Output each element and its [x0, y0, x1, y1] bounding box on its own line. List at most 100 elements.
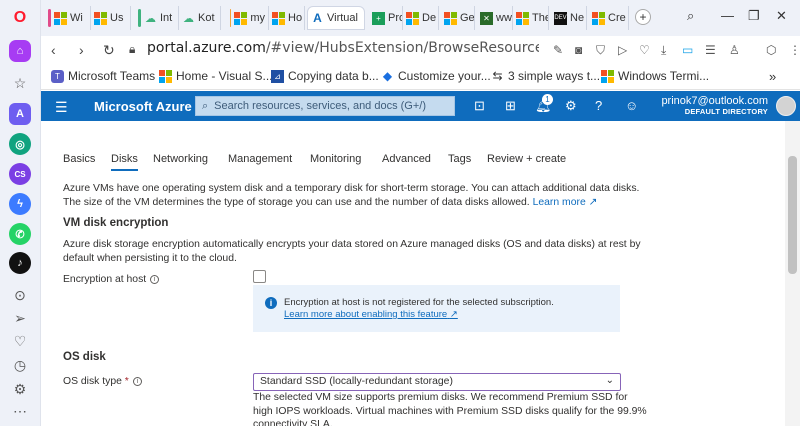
- hamburger-menu-icon[interactable]: ☰: [55, 99, 68, 116]
- sheets-icon: +: [372, 11, 385, 25]
- tiktok-icon[interactable]: ♪: [9, 252, 31, 274]
- tab-networking[interactable]: Networking: [153, 153, 208, 171]
- tab-group-marker: [48, 9, 51, 27]
- home-icon[interactable]: ⌂: [9, 40, 31, 62]
- enable-feature-link[interactable]: Learn more about enabling this feature ↗: [284, 309, 458, 320]
- profile-icon[interactable]: ♙: [729, 43, 740, 57]
- scrollbar-thumb[interactable]: [788, 156, 797, 274]
- download-icon[interactable]: ⤓: [661, 43, 666, 58]
- search-tabs-icon[interactable]: ⌕: [687, 8, 694, 24]
- shield-icon[interactable]: ⛉: [596, 43, 605, 58]
- external-link-icon: ↗: [588, 196, 598, 208]
- feedback-icon[interactable]: ☺: [625, 98, 638, 113]
- browser-tab[interactable]: Cre: [589, 6, 629, 30]
- tab-management[interactable]: Management: [228, 153, 292, 171]
- minimize-icon[interactable]: —: [721, 8, 734, 23]
- player-icon[interactable]: ⊙: [9, 284, 31, 306]
- microsoft-icon: [159, 69, 172, 83]
- maximize-icon[interactable]: ❐: [748, 8, 760, 24]
- encryption-at-host-label: Encryption at host i: [63, 274, 160, 285]
- reload-icon[interactable]: ↻: [103, 42, 115, 59]
- browser-tab[interactable]: Wi: [45, 6, 91, 30]
- user-email: prinok7@outlook.com: [661, 95, 768, 107]
- messenger-icon[interactable]: ϟ: [9, 193, 31, 215]
- directory-filter-icon[interactable]: ⊞: [505, 98, 516, 114]
- battery-icon[interactable]: ▭: [682, 43, 693, 57]
- browser-tab[interactable]: my: [227, 6, 269, 30]
- document-icon: ⊿: [271, 69, 284, 83]
- bookmark-item[interactable]: Home - Visual S...: [159, 69, 272, 83]
- browser-tab[interactable]: ☁ Kot: [179, 6, 221, 30]
- bookmark-label: Copying data b...: [288, 69, 379, 83]
- azure-brand[interactable]: Microsoft Azure: [94, 99, 192, 114]
- user-directory: DEFAULT DIRECTORY: [684, 107, 768, 116]
- history-icon[interactable]: ◷: [9, 354, 31, 376]
- browser-tab-active[interactable]: A Virtual: [307, 6, 365, 30]
- learn-more-link[interactable]: Learn more: [533, 197, 586, 208]
- encryption-at-host-checkbox[interactable]: [253, 270, 266, 283]
- extensions-icon[interactable]: ⬡: [766, 43, 776, 57]
- heart-icon[interactable]: ♡: [9, 330, 31, 352]
- global-search-input[interactable]: ⌕ Search resources, services, and docs (…: [195, 96, 455, 116]
- back-icon[interactable]: ‹: [51, 42, 56, 58]
- avatar[interactable]: [776, 96, 796, 116]
- edit-icon[interactable]: ✎: [553, 43, 563, 57]
- search-placeholder: Search resources, services, and docs (G+…: [214, 100, 427, 112]
- cloud-shell-icon[interactable]: ⊡: [474, 98, 485, 114]
- info-icon[interactable]: i: [150, 275, 160, 284]
- browser-tab[interactable]: ✕ ww: [477, 6, 513, 30]
- opera-logo-icon[interactable]: O: [9, 7, 31, 29]
- browser-tab[interactable]: Ge: [441, 6, 475, 30]
- browser-tab[interactable]: + Pro: [369, 6, 403, 30]
- info-icon[interactable]: i: [132, 377, 142, 386]
- tab-review-create[interactable]: Review + create: [487, 153, 566, 171]
- browser-tab[interactable]: Ho: [269, 6, 305, 30]
- tab-advanced[interactable]: Advanced: [382, 153, 431, 171]
- bookmark-item[interactable]: ◆ Customize your...: [381, 69, 491, 83]
- bookmark-item[interactable]: Windows Termi...: [601, 69, 709, 83]
- star-icon[interactable]: ☆: [9, 72, 31, 94]
- tab-monitoring[interactable]: Monitoring: [310, 153, 361, 171]
- bookmark-item[interactable]: T Microsoft Teams: [51, 69, 155, 83]
- bookmark-item[interactable]: ⇆ 3 simple ways t...: [491, 69, 600, 83]
- camera-icon[interactable]: ◙: [575, 43, 582, 57]
- microsoft-icon: [406, 11, 419, 25]
- tab-group-marker: [230, 9, 232, 27]
- send-icon[interactable]: ➢: [9, 307, 31, 329]
- page-scrollbar[interactable]: [785, 121, 800, 426]
- settings-icon[interactable]: ⚙: [565, 98, 577, 114]
- external-link-icon: ↗: [449, 309, 458, 320]
- tab-disks[interactable]: Disks: [111, 153, 138, 171]
- os-disk-type-select[interactable]: Standard SSD (locally-redundant storage)…: [253, 373, 621, 391]
- aria-icon[interactable]: A: [9, 103, 31, 125]
- whatsapp-icon[interactable]: ✆: [9, 223, 31, 245]
- account-info[interactable]: prinok7@outlook.com DEFAULT DIRECTORY: [661, 95, 768, 116]
- forward-icon[interactable]: ›: [79, 42, 84, 58]
- close-icon[interactable]: ✕: [776, 8, 787, 24]
- tab-tags[interactable]: Tags: [448, 153, 471, 171]
- heart-icon[interactable]: ♡: [639, 43, 650, 57]
- bookmark-label: Home - Visual S...: [176, 69, 273, 83]
- required-marker: *: [124, 376, 129, 387]
- chatgpt-icon[interactable]: ◎: [9, 133, 31, 155]
- azure-logo-icon: A: [313, 11, 322, 25]
- tab-basics[interactable]: Basics: [63, 153, 95, 171]
- browser-tab[interactable]: De: [403, 6, 439, 30]
- more-icon[interactable]: ⋯: [9, 400, 31, 422]
- cs-app-icon[interactable]: CS: [9, 163, 31, 185]
- url-field[interactable]: portal.azure.com/#view/HubsExtension/Bro…: [147, 40, 539, 60]
- url-host: portal.azure.com: [147, 40, 266, 56]
- browser-tab[interactable]: Us: [91, 6, 131, 30]
- bookmarks-overflow-icon[interactable]: »: [769, 69, 776, 84]
- browser-tab[interactable]: The: [513, 6, 549, 30]
- settings-icon[interactable]: ⚙: [9, 378, 31, 400]
- more-options-icon[interactable]: ⋮: [789, 43, 800, 57]
- menu-icon[interactable]: ☰: [705, 43, 716, 57]
- browser-tab[interactable]: DEV Ne: [551, 6, 587, 30]
- browser-tab[interactable]: ☁ Int: [135, 6, 179, 30]
- tab-label: Kot: [198, 12, 215, 24]
- new-tab-button[interactable]: +: [635, 9, 651, 25]
- bookmark-item[interactable]: ⊿ Copying data b...: [271, 69, 379, 83]
- help-icon[interactable]: ?: [595, 98, 602, 113]
- send-icon[interactable]: ▷: [618, 43, 627, 57]
